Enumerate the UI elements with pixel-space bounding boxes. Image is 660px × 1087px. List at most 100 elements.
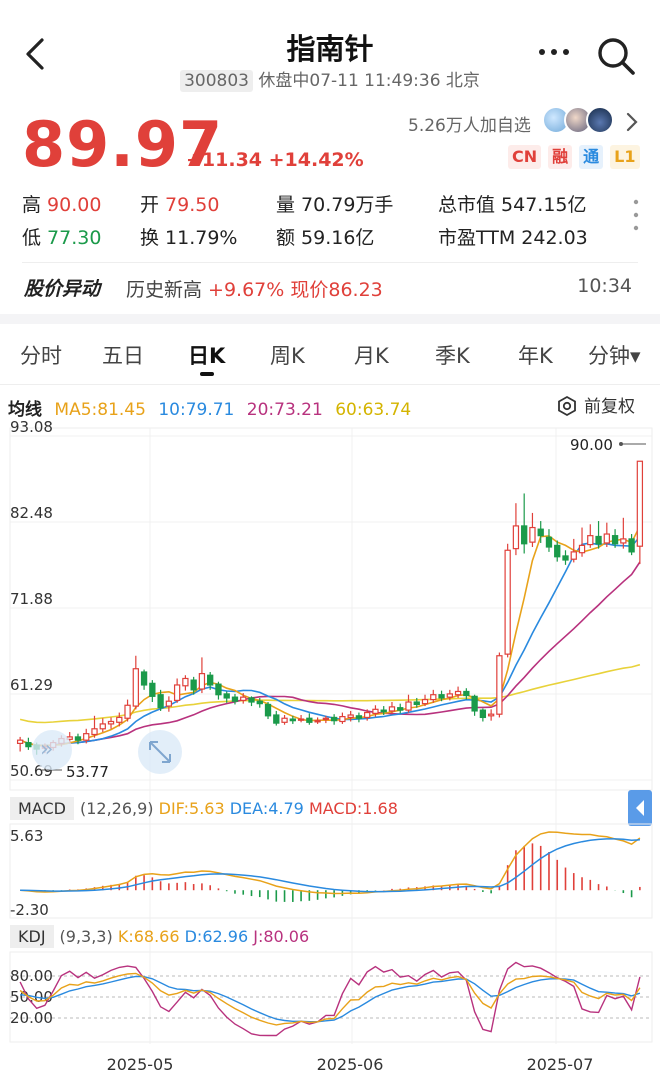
ma-legend[interactable]: 均线 MA5:81.45 10:79.71 20:73.21 60:63.74 (8, 395, 418, 420)
stock-code: 300803 (180, 70, 253, 92)
kline-chart[interactable]: 93.0882.4871.8861.2950.6990.0053.77»5.63… (0, 420, 660, 1087)
badge-margin[interactable]: 融 (548, 145, 573, 169)
candle-body (496, 655, 503, 715)
candle-body (190, 679, 197, 691)
candle-body (215, 683, 222, 696)
badge-cn[interactable]: CN (508, 145, 542, 169)
candle-body (74, 736, 82, 741)
candle-body (471, 695, 478, 712)
candle-body (165, 700, 173, 707)
candle-body (430, 694, 437, 701)
stat-volume: 量 70.79万手 (276, 194, 394, 216)
candle-body (512, 525, 520, 550)
candle-body (240, 696, 247, 701)
candle-body (397, 707, 404, 711)
candle-body (438, 694, 445, 699)
candle-body (446, 693, 453, 698)
candle-body (248, 697, 255, 703)
y-tick-label: 82.48 (10, 504, 53, 522)
settings-hexagon-icon (558, 395, 576, 417)
candle-body (454, 690, 462, 696)
divider (22, 262, 638, 263)
candle-body (264, 703, 272, 717)
candle-body (545, 536, 553, 548)
chevron-right-icon[interactable] (624, 110, 640, 134)
watchlist-count[interactable]: 5.26万人加自选 (408, 111, 531, 136)
kdj-tick-label: 80.00 (10, 967, 53, 985)
candle-body (487, 713, 495, 717)
candle-body (256, 700, 263, 705)
tab-monthly-k[interactable]: 月K (354, 340, 389, 370)
macd-legend[interactable]: MACD (12,26,9) DIF:5.63 DEA:4.79 MACD:1.6… (10, 797, 398, 820)
more-icon[interactable] (534, 40, 574, 64)
ma20-value: 20:73.21 (246, 400, 323, 420)
stat-amount: 额 59.16亿 (276, 227, 375, 249)
candle-body (355, 715, 363, 719)
active-tab-indicator (200, 372, 214, 376)
high-marker-dot (619, 442, 623, 446)
search-icon[interactable] (594, 34, 638, 78)
ma60-value: 60:63.74 (335, 400, 412, 420)
candle-body (405, 701, 412, 711)
ma5-line (19, 525, 641, 747)
candle-body (529, 526, 536, 543)
candle-body (132, 668, 139, 707)
candle-body (140, 671, 148, 686)
candle-body (223, 693, 230, 699)
x-axis-label: 2025-07 (527, 1055, 594, 1074)
candle-body (289, 718, 296, 722)
tab-daily-k[interactable]: 日K (188, 340, 225, 370)
alert-text[interactable]: 历史新高 +9.67% 现价86.23 (126, 275, 383, 302)
low-marker-label: 53.77 (66, 763, 109, 781)
candle-body (149, 682, 156, 697)
candle-body (99, 723, 106, 730)
stock-badges: CN 融通 L1 (508, 145, 647, 171)
stat-high: 高 90.00 (22, 194, 102, 216)
candle-body (157, 694, 164, 709)
ma-label: 均线 (8, 400, 42, 420)
candle-body (297, 718, 305, 721)
watcher-avatars[interactable] (542, 106, 618, 136)
candle-body (198, 673, 206, 690)
badge-l1[interactable]: L1 (610, 145, 640, 169)
candle-body (570, 551, 577, 560)
candle-body (207, 674, 214, 686)
kdj-legend[interactable]: KDJ (9,3,3) K:68.66 D:62.96 J:80.06 (10, 925, 309, 948)
stat-low: 低 77.30 (22, 227, 102, 249)
candle-body (388, 706, 396, 712)
candle-body (91, 728, 98, 736)
tab-yearly-k[interactable]: 年K (518, 340, 553, 370)
candle-body (537, 528, 544, 537)
candle-body (16, 739, 24, 745)
dea-line (20, 838, 640, 893)
more-stats-icon[interactable] (632, 198, 640, 232)
x-axis-label: 2025-05 (107, 1055, 174, 1074)
tab-intraday[interactable]: 分时 (20, 340, 62, 370)
candle-body (116, 716, 123, 723)
candle-body (504, 549, 511, 655)
kdj-j-line (19, 961, 641, 1037)
tab-minute[interactable]: 分钟▾ (588, 340, 641, 370)
candle-body (107, 720, 115, 725)
candle-body (595, 535, 602, 545)
macd-tick-top: 5.63 (10, 827, 43, 845)
candle-body (587, 535, 594, 546)
candle-body (364, 711, 371, 719)
period-tabs: 分时 五日 日K 周K 月K 季K 年K 分钟▾ (0, 326, 660, 384)
candle-body (173, 684, 181, 701)
candle-body (620, 538, 627, 544)
avatar (586, 106, 614, 134)
ma10-line (19, 536, 641, 747)
candle-body (636, 460, 644, 547)
tab-weekly-k[interactable]: 周K (270, 340, 305, 370)
candle-body (521, 525, 528, 545)
divider (0, 384, 660, 385)
macd-tick-bottom: -2.30 (10, 901, 49, 919)
candle-body (413, 701, 420, 706)
adjust-mode-button[interactable]: 前复权 (556, 392, 635, 417)
tab-five-day[interactable]: 五日 (102, 340, 144, 370)
badge-connect[interactable]: 通 (579, 145, 604, 169)
candle-body (306, 717, 313, 723)
candle-body (611, 535, 619, 545)
tab-quarterly-k[interactable]: 季K (435, 340, 470, 370)
